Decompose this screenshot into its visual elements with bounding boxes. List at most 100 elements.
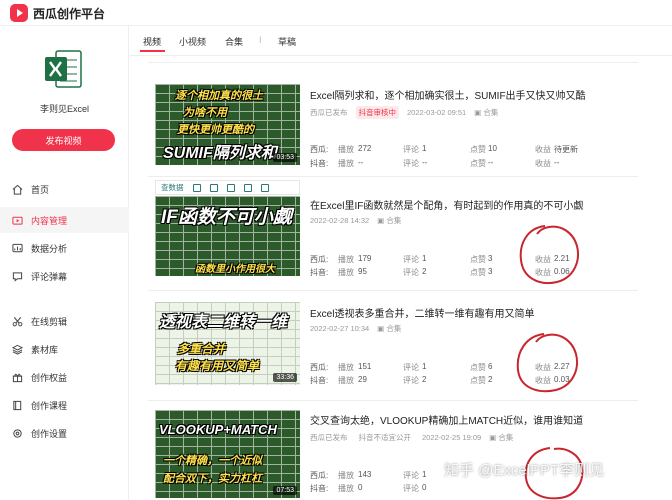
comment-count: 1 (422, 362, 427, 371)
share-icon[interactable] (226, 183, 235, 192)
thumbnail-caption: IF函数不可小觑 (161, 207, 292, 228)
collection-link[interactable]: ▣ 合集 (474, 107, 498, 118)
video-thumbnail[interactable]: VLOOKUP+MATCH 一个精确，一个近似 配合双下，实力杠杠 07:53 (155, 410, 300, 498)
video-action-bar: 查数据 (155, 180, 300, 195)
comment-count: 2 (422, 267, 427, 276)
brand[interactable]: 西瓜创作平台 (10, 4, 105, 22)
like-label: 点赞 (470, 145, 486, 154)
nav-item-online-editing[interactable]: 在线剪辑 (0, 308, 129, 334)
video-title[interactable]: 交叉查询太绝，VLOOKUP精确加上MATCH近似，谁用谁知道 (310, 412, 583, 427)
income-label: 收益 (535, 363, 551, 372)
nav-item-creator-courses[interactable]: 创作课程 (0, 392, 129, 418)
comment-label: 评论 (403, 255, 419, 264)
tab-video[interactable]: 视频 (143, 35, 161, 48)
tab-divider: I (259, 35, 262, 45)
video-meta: 西瓜已发布 抖音审核中 2022-03-02 09:51 ▣ 合集 (310, 106, 498, 119)
video-thumbnail[interactable]: 透视表二维转一维 多重合并 有趣有用又简单 33:36 (155, 302, 300, 385)
collection-link[interactable]: ▣ 合集 (377, 215, 401, 226)
like-count: 2 (488, 375, 493, 384)
video-title[interactable]: 在Excel里IF函数就然是个配角，有时起到的作用真的不可小觑 (310, 197, 583, 212)
thumbnail-caption: 逐个相加真的很土 (175, 90, 263, 102)
settings-icon[interactable] (260, 183, 269, 192)
comment-label: 评论 (403, 159, 419, 168)
play-count: 0 (358, 483, 363, 492)
nav-label: 素材库 (31, 344, 59, 355)
video-duration: 03:53 (273, 153, 297, 162)
divider (148, 290, 638, 291)
view-data-link[interactable]: 查数据 (161, 182, 184, 193)
nav-item-data-analysis[interactable]: 数据分析 (0, 235, 129, 261)
nav-label: 创作课程 (31, 400, 68, 411)
video-duration: 07:53 (273, 486, 297, 495)
excel-avatar-icon (45, 50, 82, 88)
nav-item-home[interactable]: 首页 (0, 176, 129, 202)
thumbnail-caption: 为啥不用 (183, 107, 227, 119)
publish-video-button[interactable]: 发布视频 (12, 129, 115, 151)
comment-count: 1 (422, 470, 427, 479)
comment-count: -- (422, 158, 428, 167)
status-badge: 抖音审核中 (355, 106, 399, 119)
chart-icon (12, 243, 23, 252)
top-bar: 西瓜创作平台 (0, 0, 672, 26)
active-tab-indicator (140, 50, 165, 52)
nav-label: 内容管理 (31, 215, 68, 226)
expand-icon[interactable] (209, 183, 218, 192)
thumbnail-caption: SUMIF隔列求和 (163, 145, 277, 162)
play-label: 播放 (338, 363, 354, 372)
play-count: 95 (358, 267, 367, 276)
like-count: 3 (488, 254, 493, 263)
income-label: 收益 (535, 159, 551, 168)
watermark: 知乎 @ExcelPPT李则见 (444, 462, 605, 479)
like-count: 10 (488, 144, 497, 153)
play-count: 151 (358, 362, 372, 371)
thumbnail-caption: 更快更帅更酷的 (177, 124, 254, 136)
nav-label: 评论弹幕 (31, 271, 68, 282)
collection-link[interactable]: ▣ 合集 (377, 323, 401, 334)
sidebar: 李则见Excel 发布视频 首页 内容管理 数据分析 评论弹幕 在线剪辑 素材库… (0, 26, 129, 500)
collection-link[interactable]: ▣ 合集 (489, 432, 513, 443)
income-value: -- (554, 158, 560, 167)
nav-item-creator-rights[interactable]: 创作权益 (0, 364, 129, 390)
publish-date: 2022-02-27 10:34 (310, 324, 370, 333)
thumbnail-caption: 配合双下，实力杠杠 (163, 473, 262, 485)
layers-icon (12, 344, 23, 355)
nav-label: 首页 (31, 184, 50, 195)
video-title[interactable]: Excel隔列求和，逐个相加确实很土，SUMIF出手又快又帅又酷 (310, 87, 586, 102)
comment-label: 评论 (403, 471, 419, 480)
play-count: 272 (358, 144, 372, 153)
comment-count: 1 (422, 254, 427, 263)
platform-label: 西瓜: (310, 363, 329, 372)
video-title[interactable]: Excel透视表多重合并，二维转一维有趣有用又简单 (310, 305, 534, 320)
publish-date: 2022-02-25 19:09 (422, 433, 482, 442)
like-count: -- (488, 158, 494, 167)
video-thumbnail[interactable]: 逐个相加真的很土 为啥不用 更快更帅更酷的 SUMIF隔列求和 03:53 (155, 84, 300, 165)
like-label: 点赞 (470, 159, 486, 168)
play-count: 29 (358, 375, 367, 384)
tab-collection[interactable]: 合集 (225, 35, 243, 48)
tab-short-video[interactable]: 小视频 (179, 35, 206, 48)
play-label: 播放 (338, 145, 354, 154)
platform-label: 抖音: (310, 484, 329, 493)
video-meta: 2022-02-28 14:32 ▣ 合集 (310, 215, 401, 226)
nav-item-comments[interactable]: 评论弹幕 (0, 263, 129, 289)
play-label: 播放 (338, 471, 354, 480)
thumbnail-caption: VLOOKUP+MATCH (159, 422, 277, 437)
platform-label: 西瓜: (310, 471, 329, 480)
home-icon (12, 184, 23, 195)
content-tabs: 视频 小视频 合集 I 草稿 (130, 26, 672, 56)
nav-item-material-library[interactable]: 素材库 (0, 336, 129, 362)
play-label: 播放 (338, 268, 354, 277)
like-label: 点赞 (470, 363, 486, 372)
platform-label: 抖音: (310, 268, 329, 277)
download-icon[interactable] (243, 183, 252, 192)
edit-icon[interactable] (192, 183, 201, 192)
video-thumbnail[interactable]: IF函数不可小觑 函数里小作用很大 (155, 196, 300, 276)
nav-item-creator-settings[interactable]: 创作设置 (0, 420, 129, 446)
nav-item-content-management[interactable]: 内容管理 (0, 207, 129, 233)
video-meta: 2022-02-27 10:34 ▣ 合集 (310, 323, 401, 334)
scissors-icon (12, 316, 23, 326)
tab-drafts[interactable]: 草稿 (278, 35, 296, 48)
book-icon (13, 400, 22, 410)
income-label: 收益 (535, 268, 551, 277)
comment-label: 评论 (403, 145, 419, 154)
